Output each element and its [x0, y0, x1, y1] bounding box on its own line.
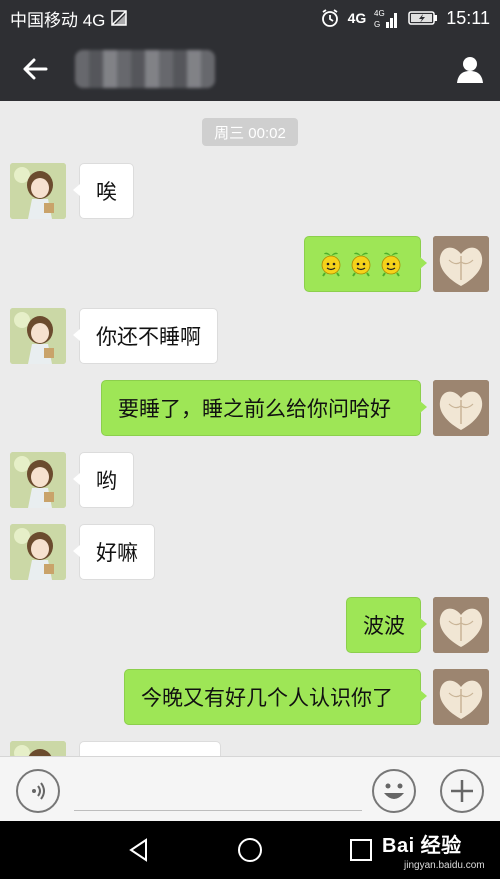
smiley-icon: [384, 783, 404, 799]
4g-signal-icon: 4G G: [374, 7, 400, 29]
girl-avatar-image: [10, 741, 66, 756]
message-bubble-received[interactable]: 你还不睡啊: [73, 308, 218, 364]
person-icon: [457, 56, 483, 83]
emoji-button[interactable]: [372, 769, 416, 813]
battery-icon: [408, 10, 438, 26]
heart-hands-avatar-image: [433, 669, 489, 725]
message-bubble-received[interactable]: 唉: [73, 163, 134, 219]
message-bubble-sent[interactable]: 波波: [346, 597, 427, 653]
chat-header: [0, 36, 500, 101]
input-bar: [0, 756, 500, 821]
svg-text:4G: 4G: [374, 9, 385, 18]
contact-avatar[interactable]: [10, 308, 66, 364]
alarm-icon: [320, 8, 340, 28]
message-bubble-received[interactable]: 好嘛: [73, 524, 155, 580]
emoji-row: [319, 251, 403, 277]
message-bubble-received[interactable]: 哟: [73, 452, 134, 508]
message-bubble-sent[interactable]: [304, 236, 427, 292]
more-options-button[interactable]: [440, 769, 484, 813]
message-bubble-sent[interactable]: 今晚又有好几个人认识你了: [124, 669, 427, 725]
heart-hands-avatar-image: [433, 380, 489, 436]
girl-avatar-image: [10, 308, 66, 364]
contact-avatar[interactable]: [10, 741, 66, 756]
status-right: 4G 4G G 15:11: [320, 7, 490, 29]
girl-avatar-image: [10, 452, 66, 508]
girl-avatar-image: [10, 524, 66, 580]
message-bubble-sent[interactable]: 要睡了，睡之前么给你问哈好: [101, 380, 427, 436]
my-avatar[interactable]: [433, 236, 489, 292]
smiley-sprout-emoji: [351, 252, 371, 277]
chat-info-button[interactable]: [440, 36, 500, 101]
status-time: 15:11: [446, 7, 490, 28]
message-timestamp: 周三 00:02: [202, 118, 298, 146]
system-navigation-bar: Bai 经验 jingyan.baidu.com: [0, 821, 500, 879]
signal-image-icon: [111, 10, 128, 26]
voice-input-button[interactable]: [16, 769, 60, 813]
back-button[interactable]: [0, 36, 70, 101]
carrier-label: 中国移动 4G: [10, 10, 106, 30]
message-bubble-received[interactable]: [79, 741, 221, 756]
girl-avatar-image: [10, 163, 66, 219]
svg-text:G: G: [374, 20, 380, 29]
smiley-sprout-emoji: [321, 252, 341, 277]
watermark-logo-text: Bai 经验: [382, 835, 462, 857]
status-bar: 中国移动 4G 4G 4G G 15:11: [0, 0, 500, 36]
system-home-button[interactable]: [235, 835, 265, 865]
status-left: 中国移动 4G: [10, 6, 128, 31]
square-recents-icon: [350, 839, 372, 861]
message-input[interactable]: [74, 771, 362, 811]
smiley-sprout-emoji: [381, 252, 401, 277]
heart-hands-avatar-image: [433, 597, 489, 653]
contact-name-blurred: [75, 49, 215, 88]
contact-avatar[interactable]: [10, 452, 66, 508]
system-back-button[interactable]: [124, 835, 154, 865]
my-avatar[interactable]: [433, 669, 489, 725]
arrow-left-icon: [23, 58, 48, 79]
contact-avatar[interactable]: [10, 163, 66, 219]
my-avatar[interactable]: [433, 380, 489, 436]
triangle-back-icon: [129, 838, 147, 862]
my-avatar[interactable]: [433, 597, 489, 653]
watermark-url: jingyan.baidu.com: [404, 860, 485, 871]
circle-home-icon: [238, 838, 262, 862]
network-badge: 4G: [347, 10, 367, 26]
system-recents-button[interactable]: [346, 835, 376, 865]
plus-icon: [451, 780, 473, 802]
contact-avatar[interactable]: [10, 524, 66, 580]
chat-message-list[interactable]: 周三 00:02 唉 你还不睡啊 要睡了，睡之前么给你问哈好 哟 好嘛 波波 今…: [0, 101, 500, 756]
voice-icon: [32, 782, 45, 800]
baidu-jingyan-watermark: Bai 经验 jingyan.baidu.com: [382, 829, 496, 873]
heart-hands-avatar-image: [433, 236, 489, 292]
